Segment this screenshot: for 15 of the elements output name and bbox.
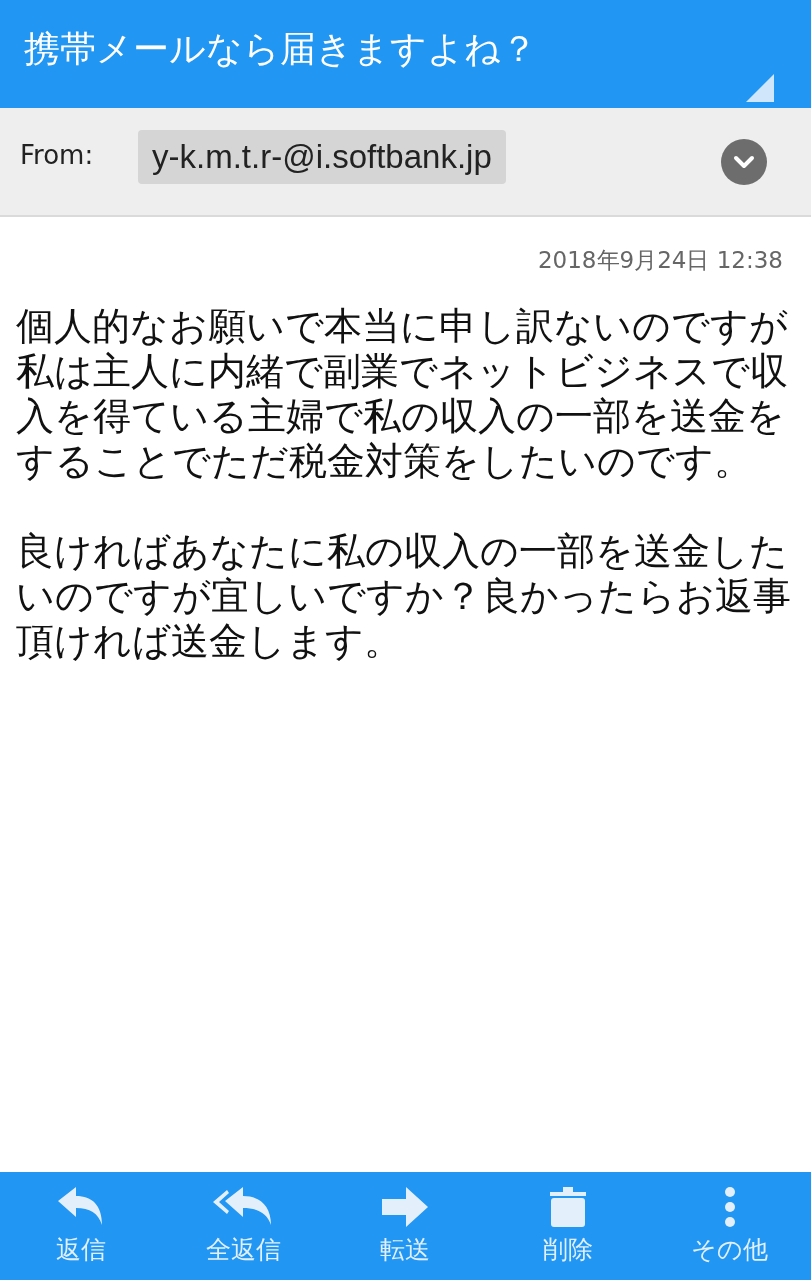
forward-button[interactable]: 転送 xyxy=(335,1186,476,1266)
double-reply-arrow-icon xyxy=(213,1186,274,1227)
trash-icon xyxy=(549,1186,586,1227)
sender-address[interactable]: y-k.m.t.r-@i.softbank.jp xyxy=(138,129,506,184)
expand-icon[interactable] xyxy=(721,138,767,185)
sent-date: 2018年9月24日 12:38 xyxy=(536,246,784,275)
from-label: From: xyxy=(20,139,95,170)
reply-button[interactable]: 返信 xyxy=(11,1186,152,1266)
delete-button[interactable]: 削除 xyxy=(497,1186,638,1266)
message-paragraph: 個人的なお願いで本当に申し訳ないのですが私は主人に内緒で副業でネットビジネスで収入を得ている主婦で私の収入の一部を送金をすることでただ税金対策をしたいのです。 xyxy=(16,304,789,484)
message-paragraph: 良ければあなたに私の収入の一部を送金したいのですが宜しいですか？良かったらお返事頂ければ送金します。 xyxy=(16,529,792,664)
corner-triangle-icon xyxy=(746,74,774,102)
more-button[interactable]: その他 xyxy=(659,1186,800,1266)
subject-title: 携帯メールなら届きますよね？ xyxy=(24,26,537,71)
more-icon xyxy=(723,1186,736,1227)
